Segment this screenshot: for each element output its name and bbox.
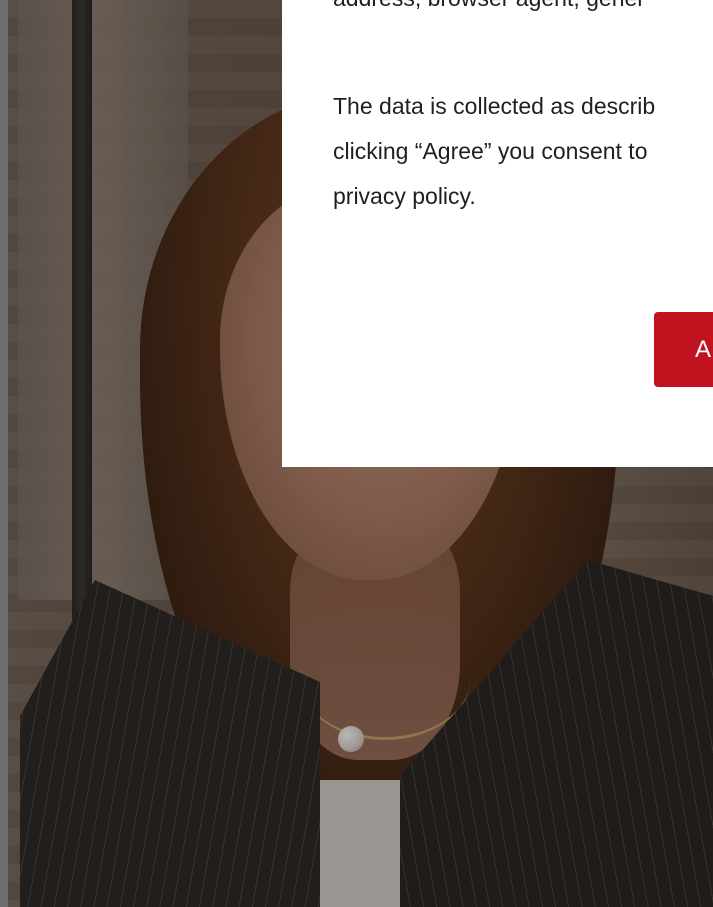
cookie-consent-dialog: address, browser agent, gener The data i… <box>282 0 713 467</box>
agree-button[interactable]: A <box>654 312 713 387</box>
consent-text-line-1: The data is collected as describ <box>333 93 656 119</box>
consent-text-line-3: privacy policy. <box>333 183 476 209</box>
consent-text-line-2: clicking “Agree” you consent to <box>333 138 648 164</box>
consent-text-partial: address, browser agent, gener <box>333 0 713 21</box>
